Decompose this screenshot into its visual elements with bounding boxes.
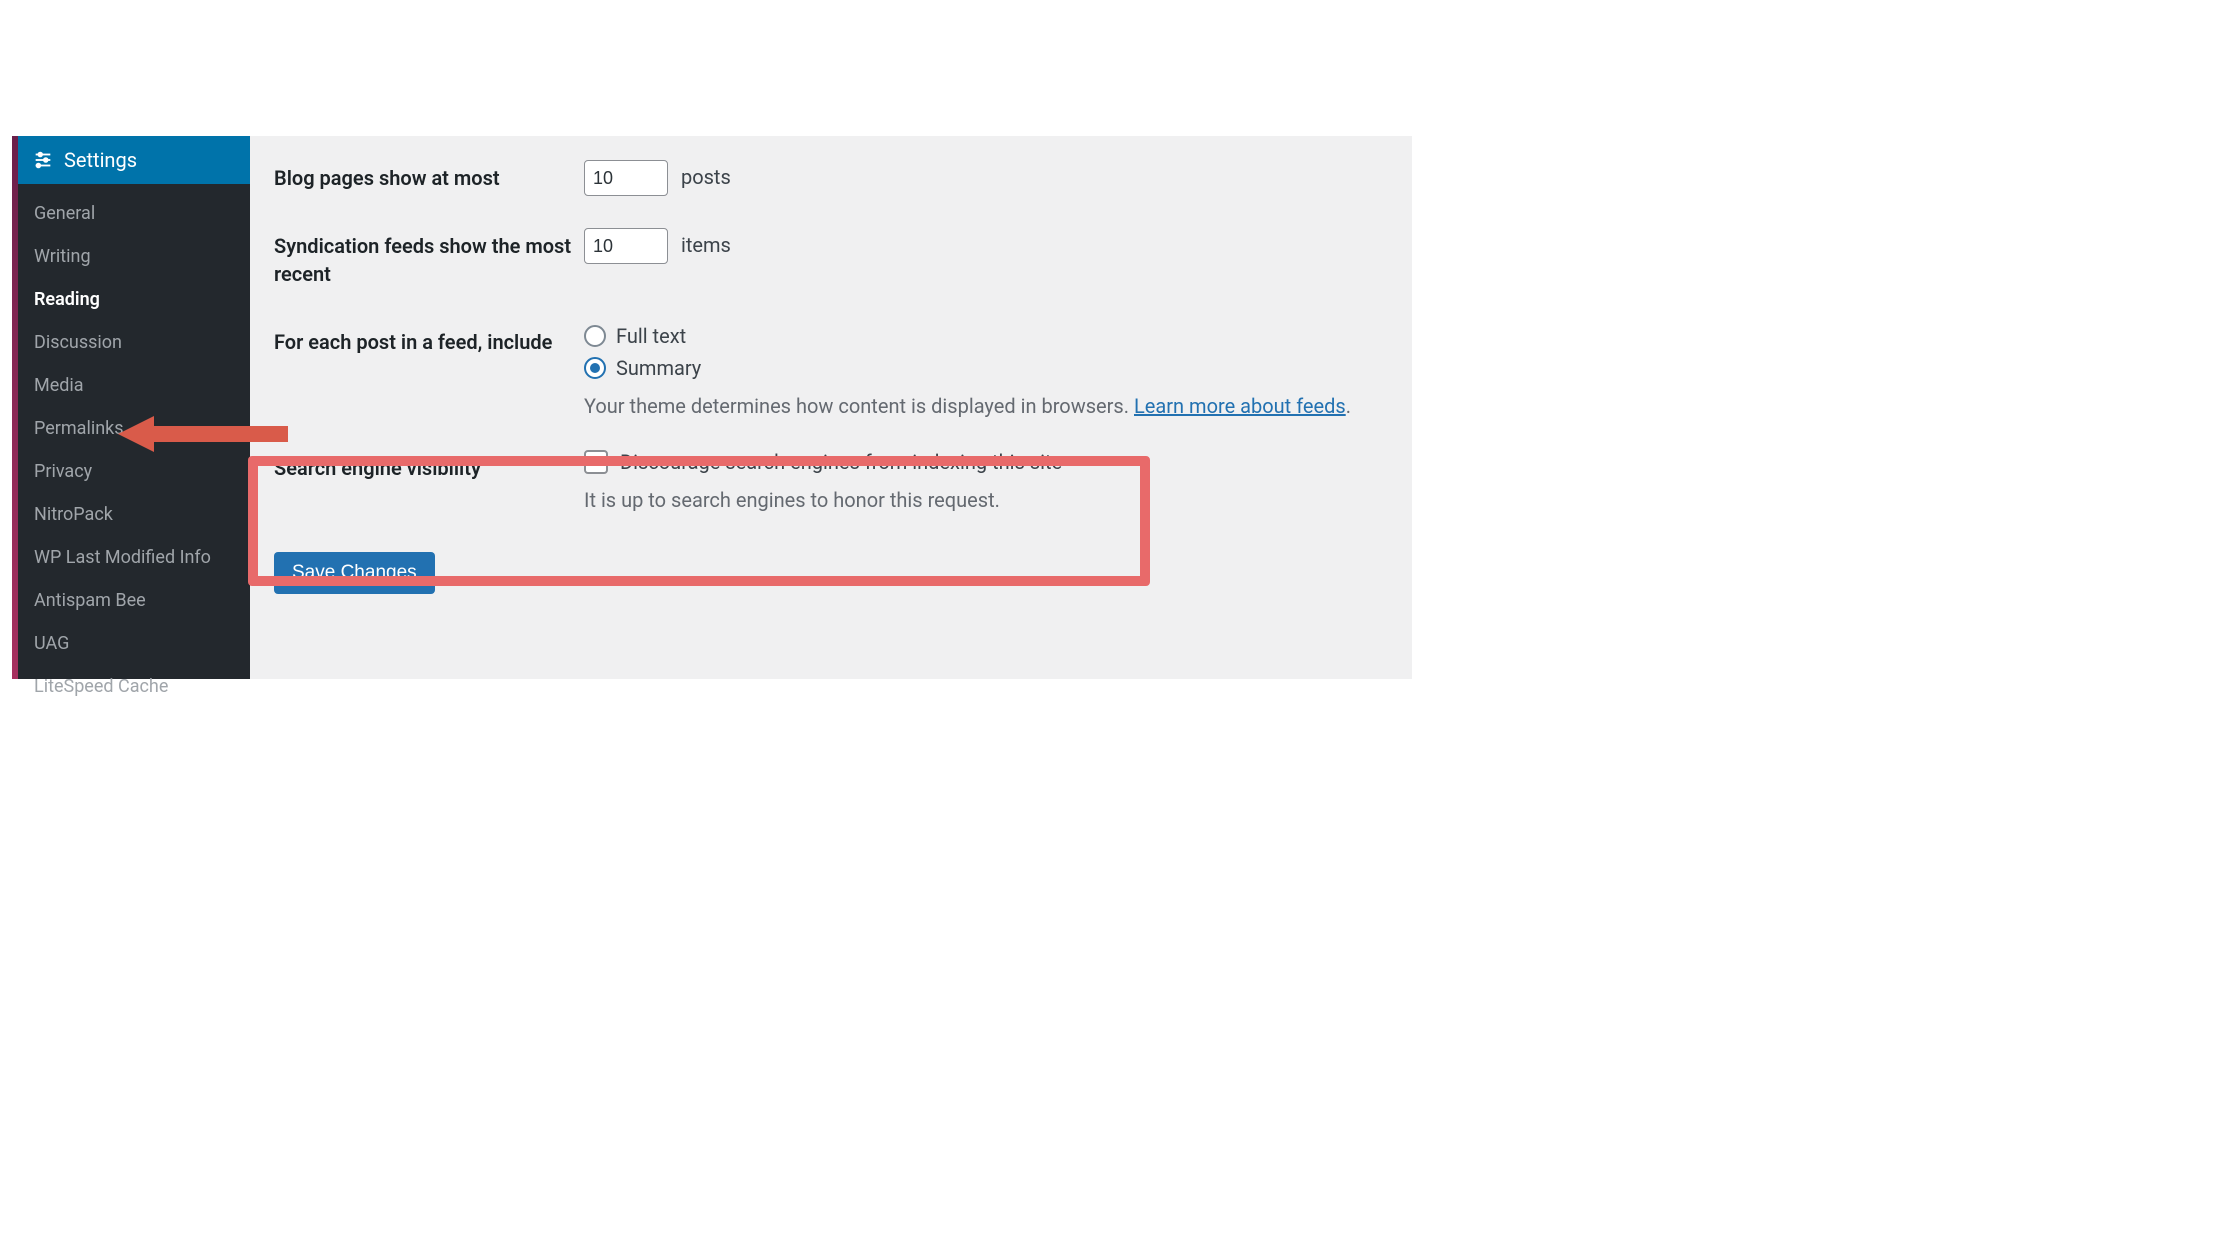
search-visibility-note: It is up to search engines to honor this… xyxy=(584,488,1378,512)
radio-full-text-label: Full text xyxy=(616,324,686,348)
learn-more-feeds-link[interactable]: Learn more about feeds xyxy=(1134,394,1346,418)
radio-full-text[interactable]: Full text xyxy=(584,324,1378,348)
sidebar-item-privacy[interactable]: Privacy xyxy=(18,450,250,493)
sidebar-item-wp-last-modified-info[interactable]: WP Last Modified Info xyxy=(18,536,250,579)
radio-summary-label: Summary xyxy=(616,356,701,380)
sidebar-item-uag[interactable]: UAG xyxy=(18,622,250,665)
row-search-engine-visibility: Search engine visibility Discourage sear… xyxy=(274,434,1388,528)
label-search-engine-visibility: Search engine visibility xyxy=(274,434,584,528)
feed-description-text: Your theme determines how content is dis… xyxy=(584,394,1134,418)
label-blog-pages: Blog pages show at most xyxy=(274,144,584,212)
sidebar-submenu: General Writing Reading Discussion Media… xyxy=(18,184,250,716)
feed-description: Your theme determines how content is dis… xyxy=(584,394,1378,418)
row-syndication-feeds: Syndication feeds show the most recent i… xyxy=(274,212,1388,308)
label-feed-include: For each post in a feed, include xyxy=(274,308,584,434)
radio-summary[interactable]: Summary xyxy=(584,356,1378,380)
sidebar-item-nitropack[interactable]: NitroPack xyxy=(18,493,250,536)
label-syndication-feeds: Syndication feeds show the most recent xyxy=(274,212,584,308)
sidebar-item-antispam-bee[interactable]: Antispam Bee xyxy=(18,579,250,622)
radio-icon xyxy=(584,357,606,379)
feed-description-period: . xyxy=(1346,394,1351,418)
checkbox-discourage-indexing-label: Discourage search engines from indexing … xyxy=(620,450,1062,474)
sidebar-item-general[interactable]: General xyxy=(18,192,250,235)
suffix-items: items xyxy=(681,233,731,257)
sidebar-item-writing[interactable]: Writing xyxy=(18,235,250,278)
suffix-posts: posts xyxy=(681,165,731,189)
sidebar-item-reading[interactable]: Reading xyxy=(18,278,250,321)
sidebar-item-discussion[interactable]: Discussion xyxy=(18,321,250,364)
checkbox-discourage-indexing[interactable]: Discourage search engines from indexing … xyxy=(584,450,1378,474)
radio-icon xyxy=(584,325,606,347)
sidebar-header-label: Settings xyxy=(64,148,137,172)
row-blog-pages: Blog pages show at most posts xyxy=(274,144,1388,212)
settings-reading-panel: Blog pages show at most posts Syndicatio… xyxy=(250,136,1412,679)
sliders-icon xyxy=(32,149,54,171)
input-blog-pages[interactable] xyxy=(584,160,668,196)
checkbox-icon xyxy=(584,450,608,474)
sidebar-item-litespeed-cache[interactable]: LiteSpeed Cache xyxy=(18,665,250,708)
sidebar-header-settings[interactable]: Settings xyxy=(18,136,250,184)
input-syndication-feeds[interactable] xyxy=(584,228,668,264)
sidebar-item-permalinks[interactable]: Permalinks xyxy=(18,407,250,450)
row-feed-include: For each post in a feed, include Full te… xyxy=(274,308,1388,434)
admin-sidebar: Settings General Writing Reading Discuss… xyxy=(18,136,250,679)
sidebar-item-media[interactable]: Media xyxy=(18,364,250,407)
save-changes-button[interactable]: Save Changes xyxy=(274,552,435,594)
